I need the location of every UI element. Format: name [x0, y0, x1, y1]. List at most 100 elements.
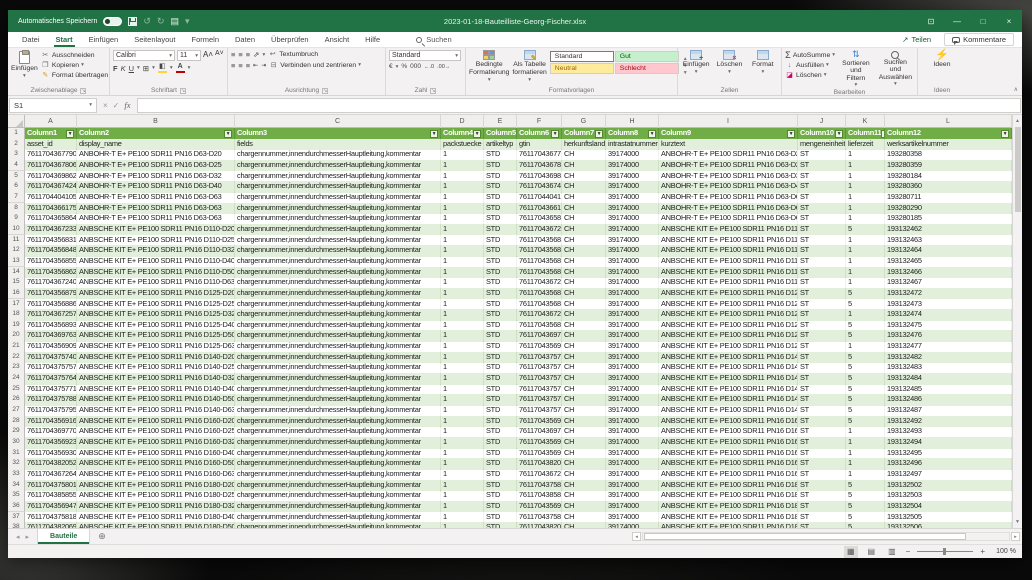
tab-datei[interactable]: Datei [14, 32, 48, 47]
insert-function-icon[interactable]: fx [124, 100, 130, 110]
vertical-scroll-thumb[interactable] [1015, 127, 1021, 212]
paste-button[interactable]: Einfügen▾ [11, 50, 38, 80]
fill-color-button[interactable]: ◧ [158, 63, 167, 73]
font-color-button[interactable]: A [176, 63, 185, 73]
alignment-dialog-launcher[interactable]: ↘ [322, 88, 328, 94]
filter-button[interactable]: ▼ [648, 130, 656, 138]
column-header-A[interactable]: A [25, 115, 77, 128]
merge-center-button[interactable]: ⊟Verbinden und zentrieren ▾ [269, 61, 361, 70]
sort-filter-button[interactable]: ⇅ Sortieren und Filtern▾ [838, 50, 874, 88]
formula-input[interactable] [137, 98, 1021, 113]
clipboard-dialog-launcher[interactable]: ↘ [80, 88, 86, 94]
conditional-formatting-button[interactable]: Bedingte Formatierung▾ [469, 50, 509, 83]
filter-button[interactable]: ▼ [595, 130, 603, 138]
autosum-button[interactable]: ΣAutoSumme ▾ [785, 51, 835, 60]
align-top-button[interactable]: ≡ [231, 50, 235, 59]
search-box[interactable]: Suchen [416, 32, 451, 47]
column-header-D[interactable]: D [441, 115, 484, 128]
filter-button[interactable]: ▼ [787, 130, 795, 138]
column-header-E[interactable]: E [484, 115, 517, 128]
enter-icon[interactable]: ✓ [113, 101, 120, 110]
cancel-icon[interactable]: × [103, 101, 108, 110]
horizontal-scrollbar[interactable]: ◂ ▸ [630, 529, 1022, 544]
filter-button[interactable]: ▼ [551, 130, 559, 138]
currency-button[interactable]: € [389, 63, 393, 70]
thousands-button[interactable]: 000 [410, 63, 421, 70]
scroll-up-icon[interactable]: ▲ [1015, 115, 1020, 127]
font-size-select[interactable]: 11▾ [177, 50, 201, 61]
sheet-tab-bauteile[interactable]: Bauteile [37, 529, 90, 544]
name-box[interactable]: S1 ▾ [9, 98, 97, 113]
filter-button[interactable]: ▼ [430, 130, 438, 138]
column-header-K[interactable]: K [846, 115, 885, 128]
style-schlecht[interactable]: Schlecht [615, 63, 679, 74]
ideas-button[interactable]: ⚡ Ideen [925, 50, 959, 69]
new-sheet-icon[interactable]: ⊕ [90, 529, 114, 544]
filter-button[interactable]: ▼ [1001, 130, 1009, 138]
hscroll-right-icon[interactable]: ▸ [1011, 532, 1020, 541]
save-icon[interactable] [128, 17, 137, 26]
ribbon-display-icon[interactable]: ⊡ [918, 10, 944, 32]
filter-button[interactable]: ▼ [835, 130, 843, 138]
column-header-G[interactable]: G [562, 115, 606, 128]
zoom-slider-thumb[interactable] [943, 548, 946, 555]
tab-ansicht[interactable]: Ansicht [317, 32, 358, 47]
cut-button[interactable]: ✂Ausschneiden [41, 51, 108, 60]
decrease-indent-button[interactable]: ⇤ [253, 62, 258, 69]
page-break-view-button[interactable]: ▥ [885, 546, 899, 558]
underline-button[interactable]: U [129, 64, 134, 73]
filter-button[interactable]: ▼ [224, 130, 232, 138]
bold-button[interactable]: F [113, 64, 118, 73]
redo-icon[interactable]: ↻ [157, 16, 165, 26]
undo-icon[interactable]: ↺ [143, 16, 151, 26]
align-center-button[interactable]: ≡ [238, 61, 242, 70]
hscroll-left-icon[interactable]: ◂ [632, 532, 641, 541]
format-as-table-button[interactable]: ✎ Als Tabelle formatieren▾ [512, 50, 546, 83]
horizontal-scroll-thumb[interactable] [644, 533, 966, 540]
style-standard[interactable]: Standard [550, 51, 614, 62]
tab-start[interactable]: Start [48, 32, 81, 47]
autosave-toggle[interactable] [103, 17, 122, 26]
filter-button[interactable]: ▼ [473, 130, 481, 138]
select-all-corner[interactable] [8, 115, 25, 128]
filter-button[interactable]: ▼ [66, 130, 74, 138]
zoom-slider[interactable] [917, 551, 973, 552]
clear-button[interactable]: ◪Löschen ▾ [785, 71, 835, 80]
column-header-B[interactable]: B [77, 115, 235, 128]
align-right-button[interactable]: ≡ [246, 61, 250, 70]
grow-font-button[interactable]: A˄ [203, 50, 213, 61]
column-header-F[interactable]: F [517, 115, 562, 128]
increase-decimal-button[interactable]: ←.0 [424, 64, 434, 70]
style-gut[interactable]: Gut [615, 51, 679, 62]
tab-ueberpruefen[interactable]: Überprüfen [263, 32, 317, 47]
page-layout-view-button[interactable]: ▤ [865, 546, 879, 558]
qat-dropdown-icon[interactable]: ▾ [185, 16, 190, 26]
copy-button[interactable]: ❐Kopieren ▾ [41, 61, 108, 70]
vertical-scrollbar[interactable]: ▲ ▼ [1012, 115, 1022, 528]
decrease-decimal-button[interactable]: .00→ [437, 64, 450, 70]
column-header-C[interactable]: C [235, 115, 441, 128]
tab-formeln[interactable]: Formeln [184, 32, 228, 47]
tab-seitenlayout[interactable]: Seitenlayout [126, 32, 183, 47]
fill-button[interactable]: ↓Ausfüllen ▾ [785, 61, 835, 70]
zoom-level[interactable]: 100 % [992, 548, 1016, 555]
column-header-J[interactable]: J [798, 115, 846, 128]
minimize-button[interactable]: — [944, 10, 970, 32]
collapse-ribbon-icon[interactable]: ∧ [1014, 86, 1018, 93]
tab-hilfe[interactable]: Hilfe [357, 32, 388, 47]
number-dialog-launcher[interactable]: ↘ [430, 88, 436, 94]
font-name-select[interactable]: Calibri▾ [113, 50, 175, 61]
column-header-I[interactable]: I [659, 115, 798, 128]
align-middle-button[interactable]: ≡ [238, 50, 242, 59]
normal-view-button[interactable]: ▦ [844, 546, 858, 558]
increase-indent-button[interactable]: ⇥ [261, 62, 266, 69]
style-neutral[interactable]: Neutral [550, 63, 614, 74]
tab-daten[interactable]: Daten [227, 32, 263, 47]
format-cells-button[interactable]: Format▾ [748, 50, 778, 75]
orientation-button[interactable]: ⇗ [253, 50, 259, 59]
tab-einfuegen[interactable]: Einfügen [81, 32, 127, 47]
align-bottom-button[interactable]: ≡ [246, 50, 250, 59]
align-left-button[interactable]: ≡ [231, 61, 235, 70]
font-dialog-launcher[interactable]: ↘ [180, 88, 186, 94]
italic-button[interactable]: K [121, 64, 126, 73]
